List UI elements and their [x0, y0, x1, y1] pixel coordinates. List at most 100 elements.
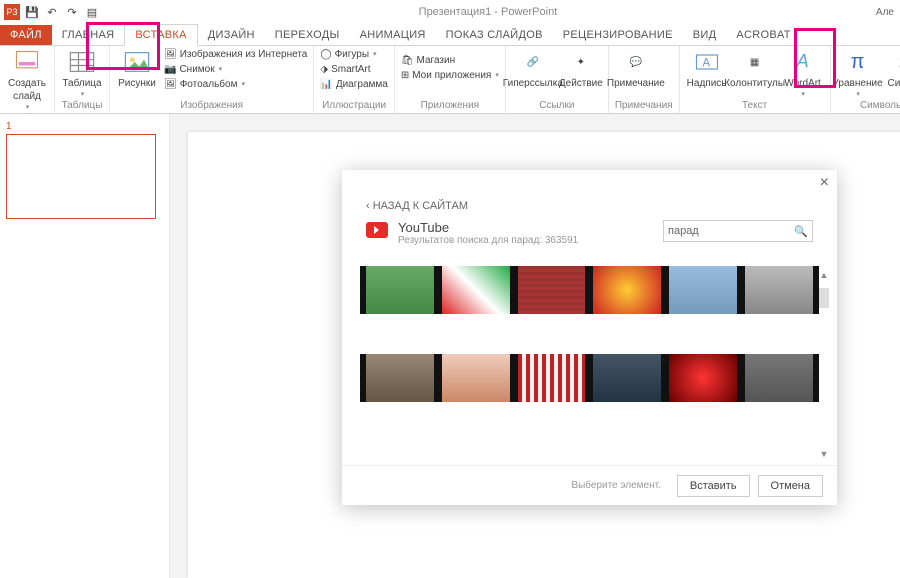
ribbon: Создатьслайд Слайды Таблица Таблицы Рису…	[0, 46, 900, 114]
store-icon: 🛍	[401, 54, 414, 68]
slide-number: 1	[6, 121, 12, 132]
wordart-icon: A	[788, 48, 818, 76]
video-thumbnail[interactable]	[745, 266, 813, 314]
album-icon: 🖼	[164, 78, 177, 92]
header-footer-button[interactable]: ▦Колонтитулы	[734, 48, 776, 89]
group-label: Таблицы	[61, 99, 103, 113]
youtube-icon	[366, 222, 388, 238]
table-button[interactable]: Таблица	[61, 48, 103, 99]
insert-button[interactable]: Вставить	[677, 475, 750, 497]
back-link[interactable]: ‹ НАЗАД К САЙТАМ	[366, 200, 468, 212]
video-thumbnail[interactable]	[593, 266, 661, 314]
table-icon	[67, 48, 97, 76]
group-label: Изображения	[116, 99, 307, 113]
search-input[interactable]: парад 🔍	[663, 220, 813, 242]
tab-slideshow[interactable]: ПОКАЗ СЛАЙДОВ	[436, 25, 553, 45]
tab-file[interactable]: ФАЙЛ	[0, 25, 52, 45]
group-label: Примечания	[615, 99, 673, 113]
smartart-icon: ⬗	[320, 63, 328, 77]
results-scrollbar[interactable]: ▲ ▼	[817, 270, 831, 463]
results-count: Результатов поиска для парад: 363591	[398, 235, 653, 246]
app-icon: P3	[4, 4, 20, 20]
symbol-button[interactable]: ΩСимвол	[885, 48, 900, 89]
start-icon[interactable]: ▤	[84, 4, 100, 20]
group-images: Рисунки 🖼Изображения из Интернета 📷Снимо…	[110, 46, 314, 113]
group-label: Ссылки	[512, 99, 602, 113]
search-icon[interactable]: 🔍	[794, 225, 808, 238]
footer-hint: Выберите элемент.	[571, 480, 660, 491]
equation-icon: π	[843, 48, 873, 76]
online-images-button[interactable]: 🖼Изображения из Интернета	[164, 48, 307, 62]
tab-home[interactable]: ГЛАВНАЯ	[52, 25, 125, 45]
group-label: Текст	[686, 99, 824, 113]
slide-thumbnail-pane: 1	[0, 114, 170, 578]
symbol-icon: Ω	[891, 48, 900, 76]
group-illustrations: ◯Фигуры ⬗SmartArt 📊Диаграмма Иллюстрации	[314, 46, 394, 113]
photo-album-button[interactable]: 🖼Фотоальбом	[164, 78, 307, 92]
video-thumbnail[interactable]	[669, 266, 737, 314]
ribbon-tabs: ФАЙЛ ГЛАВНАЯ ВСТАВКА ДИЗАЙН ПЕРЕХОДЫ АНИ…	[0, 24, 900, 46]
my-apps-button[interactable]: ⊞Мои приложения	[401, 69, 499, 83]
titlebar: P3 💾 ↶ ↷ ▤ Презентация1 - PowerPoint Але	[0, 0, 900, 24]
tab-transitions[interactable]: ПЕРЕХОДЫ	[265, 25, 350, 45]
tab-insert[interactable]: ВСТАВКА	[124, 24, 197, 46]
window-title: Презентация1 - PowerPoint	[100, 6, 876, 18]
new-slide-button[interactable]: Создатьслайд	[6, 48, 48, 112]
undo-icon[interactable]: ↶	[44, 4, 60, 20]
pictures-icon	[122, 48, 152, 76]
action-button[interactable]: ✦Действие	[560, 48, 602, 89]
video-results	[366, 266, 813, 402]
group-label: Иллюстрации	[320, 99, 387, 113]
search-value: парад	[668, 225, 699, 237]
chart-icon: 📊	[320, 78, 332, 92]
tab-acrobat[interactable]: ACROBAT	[726, 25, 800, 45]
pictures-button[interactable]: Рисунки	[116, 48, 158, 89]
user-name: Але	[876, 7, 900, 18]
provider-name: YouTube	[398, 220, 653, 235]
textbox-icon: A	[692, 48, 722, 76]
header-icon: ▦	[740, 48, 770, 76]
wordart-button[interactable]: AWordArt	[782, 48, 824, 99]
store-button[interactable]: 🛍Магазин	[401, 54, 499, 68]
redo-icon[interactable]: ↷	[64, 4, 80, 20]
video-thumbnail[interactable]	[366, 354, 434, 402]
shapes-icon: ◯	[320, 48, 331, 62]
textbox-button[interactable]: AНадпись	[686, 48, 728, 89]
video-thumbnail[interactable]	[593, 354, 661, 402]
screenshot-icon: 📷	[164, 63, 176, 77]
insert-video-dialog: × ‹ НАЗАД К САЙТАМ YouTube Результатов п…	[342, 170, 837, 505]
group-slides: Создатьслайд Слайды	[0, 46, 55, 113]
video-thumbnail[interactable]	[442, 354, 510, 402]
save-icon[interactable]: 💾	[24, 4, 40, 20]
scroll-thumb[interactable]	[819, 288, 829, 308]
equation-button[interactable]: πУравнение	[837, 48, 879, 99]
comment-icon: 💬	[621, 48, 651, 76]
video-thumbnail[interactable]	[518, 354, 586, 402]
video-thumbnail[interactable]	[669, 354, 737, 402]
shapes-button[interactable]: ◯Фигуры	[320, 48, 387, 62]
tab-design[interactable]: ДИЗАЙН	[198, 25, 265, 45]
close-icon[interactable]: ×	[820, 174, 829, 192]
group-text: AНадпись ▦Колонтитулы AWordArt Текст	[680, 46, 831, 113]
svg-text:A: A	[702, 57, 710, 70]
slide-thumbnail[interactable]	[6, 134, 156, 219]
comment-button[interactable]: 💬Примечание	[615, 48, 657, 89]
quick-access-toolbar: P3 💾 ↶ ↷ ▤	[0, 4, 100, 20]
scroll-up-icon[interactable]: ▲	[817, 270, 831, 284]
video-thumbnail[interactable]	[366, 266, 434, 314]
group-label: Приложения	[401, 99, 499, 113]
video-thumbnail[interactable]	[442, 266, 510, 314]
tab-review[interactable]: РЕЦЕНЗИРОВАНИЕ	[553, 25, 683, 45]
chart-button[interactable]: 📊Диаграмма	[320, 78, 387, 92]
cancel-button[interactable]: Отмена	[758, 475, 823, 497]
group-label: Символы	[837, 99, 900, 113]
tab-animation[interactable]: АНИМАЦИЯ	[350, 25, 436, 45]
group-links: 🔗Гиперссылка ✦Действие Ссылки	[506, 46, 609, 113]
video-thumbnail[interactable]	[518, 266, 586, 314]
hyperlink-button[interactable]: 🔗Гиперссылка	[512, 48, 554, 89]
video-thumbnail[interactable]	[745, 354, 813, 402]
scroll-down-icon[interactable]: ▼	[817, 449, 831, 463]
smartart-button[interactable]: ⬗SmartArt	[320, 63, 387, 77]
screenshot-button[interactable]: 📷Снимок	[164, 63, 307, 77]
tab-view[interactable]: ВИД	[683, 25, 727, 45]
